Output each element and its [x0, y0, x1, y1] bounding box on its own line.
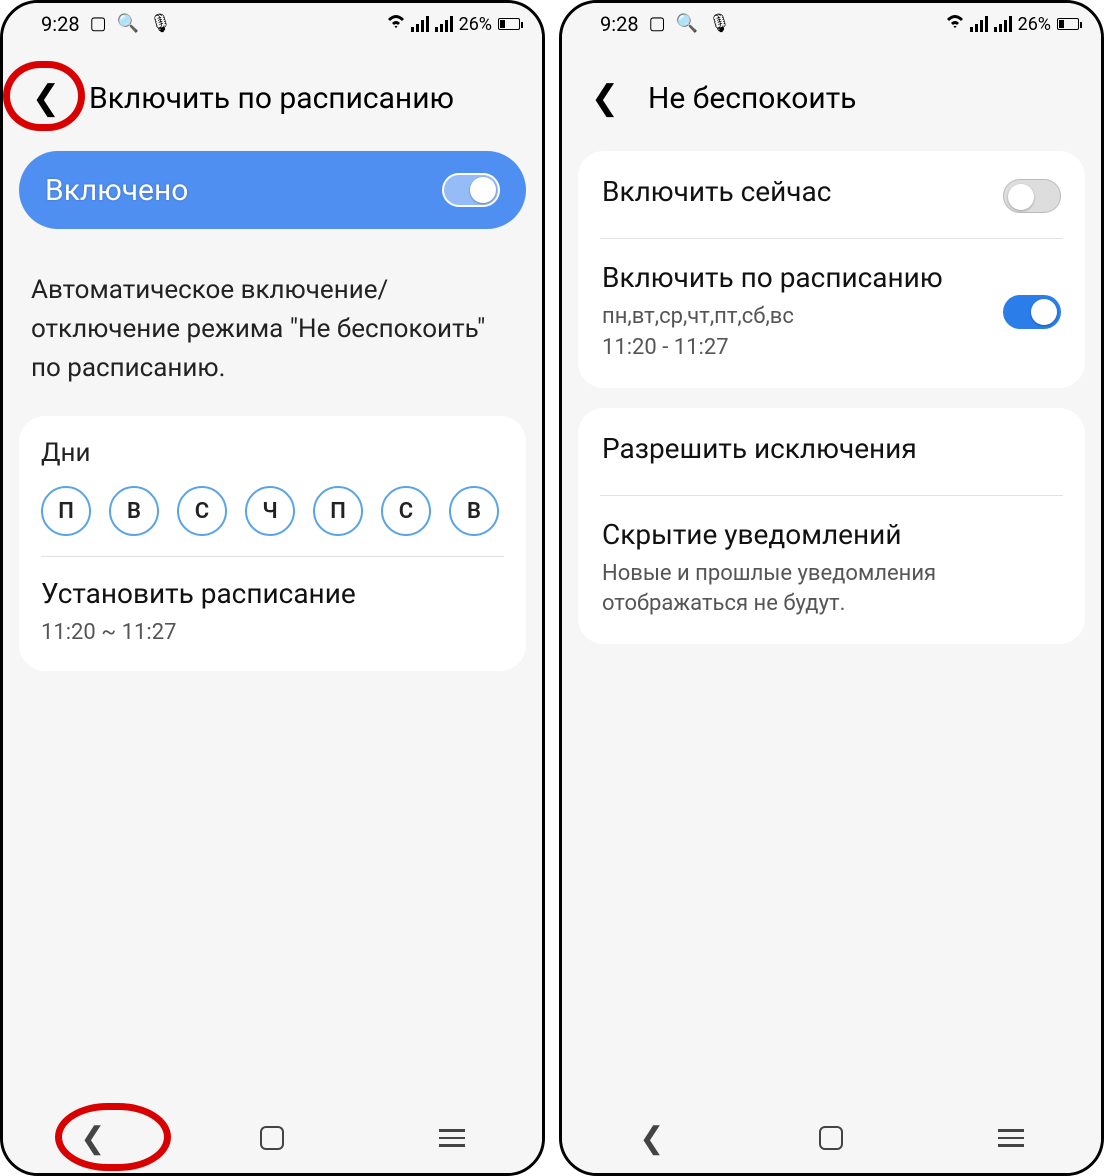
wifi-icon: [387, 15, 405, 33]
page-title: Не беспокоить: [648, 81, 856, 116]
status-bar: 9:28 ▢ 🔍 🎙 26%: [3, 3, 542, 45]
hide-notifications-sub: Новые и прошлые уведомления отображаться…: [602, 559, 1045, 621]
app-bar: ❮ Включить по расписанию: [3, 45, 542, 151]
nav-back[interactable]: ❮: [43, 1113, 143, 1163]
signal-icon-2: [435, 16, 453, 32]
battery-pct: 26%: [1018, 14, 1051, 35]
enable-schedule-time: 11:20 - 11:27: [602, 333, 987, 364]
allow-exceptions-label: Разрешить исключения: [602, 432, 1045, 465]
schedule-time-row[interactable]: Установить расписание 11:20 ~ 11:27: [19, 557, 526, 669]
signal-icon-2: [994, 16, 1012, 32]
enable-schedule-toggle[interactable]: [1003, 295, 1061, 329]
enabled-label: Включено: [45, 173, 188, 208]
nav-home[interactable]: [222, 1113, 322, 1163]
schedule-card: Дни П В С Ч П С В Установить расписание …: [19, 416, 526, 671]
day-bubble[interactable]: С: [381, 486, 431, 536]
day-bubble[interactable]: П: [41, 486, 91, 536]
phone-right: 9:28 ▢ 🔍 🎙 26% ❮ Не беспокоить Включить …: [559, 0, 1104, 1176]
back-button[interactable]: ❮: [591, 78, 620, 118]
day-bubble[interactable]: Ч: [245, 486, 295, 536]
schedule-row-title: Установить расписание: [41, 577, 504, 610]
search-icon: 🔍: [117, 15, 139, 33]
signal-icon: [970, 16, 988, 32]
schedule-description: Автоматическое включение/отключение режи…: [19, 271, 526, 416]
schedule-row-value: 11:20 ~ 11:27: [41, 618, 504, 649]
days-section[interactable]: Дни П В С Ч П С В: [19, 418, 526, 556]
dnd-options-card: Разрешить исключения Скрытие уведомлений…: [578, 408, 1085, 645]
enable-now-toggle[interactable]: [1003, 179, 1061, 213]
image-icon: ▢: [649, 15, 666, 33]
hide-notifications-row[interactable]: Скрытие уведомлений Новые и прошлые увед…: [578, 496, 1085, 643]
status-time: 9:28: [41, 12, 80, 36]
enabled-toggle-row[interactable]: Включено: [19, 151, 526, 229]
enable-schedule-days: пн,вт,ср,чт,пт,сб,вс: [602, 302, 987, 333]
dnd-main-card: Включить сейчас Включить по расписанию п…: [578, 151, 1085, 388]
phone-left: 9:28 ▢ 🔍 🎙 26% ❮ Включить по расписанию …: [0, 0, 545, 1176]
battery-icon: [498, 18, 520, 30]
mic-icon: 🎙: [149, 15, 172, 33]
back-button[interactable]: ❮: [32, 78, 61, 118]
nav-home[interactable]: [781, 1113, 881, 1163]
wifi-icon: [946, 15, 964, 33]
hide-notifications-label: Скрытие уведомлений: [602, 518, 1045, 551]
nav-bar: ❮: [562, 1103, 1101, 1173]
allow-exceptions-row[interactable]: Разрешить исключения: [578, 410, 1085, 495]
day-bubble[interactable]: П: [313, 486, 363, 536]
day-bubble[interactable]: В: [109, 486, 159, 536]
nav-back[interactable]: ❮: [602, 1113, 702, 1163]
enable-schedule-row[interactable]: Включить по расписанию пн,вт,ср,чт,пт,сб…: [578, 239, 1085, 386]
day-bubble[interactable]: В: [449, 486, 499, 536]
status-bar: 9:28 ▢ 🔍 🎙 26%: [562, 3, 1101, 45]
nav-recents[interactable]: [961, 1113, 1061, 1163]
battery-icon: [1057, 18, 1079, 30]
enable-now-row[interactable]: Включить сейчас: [578, 153, 1085, 238]
day-bubble[interactable]: С: [177, 486, 227, 536]
enable-schedule-label: Включить по расписанию: [602, 261, 987, 294]
enable-now-label: Включить сейчас: [602, 175, 987, 208]
mic-icon: 🎙: [708, 15, 731, 33]
image-icon: ▢: [90, 15, 107, 33]
nav-bar: ❮: [3, 1103, 542, 1173]
enabled-toggle[interactable]: [442, 173, 500, 207]
nav-recents[interactable]: [402, 1113, 502, 1163]
search-icon: 🔍: [676, 15, 698, 33]
battery-pct: 26%: [459, 14, 492, 35]
page-title: Включить по расписанию: [89, 81, 454, 116]
app-bar: ❮ Не беспокоить: [562, 45, 1101, 151]
days-label: Дни: [41, 438, 504, 468]
signal-icon: [411, 16, 429, 32]
status-time: 9:28: [600, 12, 639, 36]
